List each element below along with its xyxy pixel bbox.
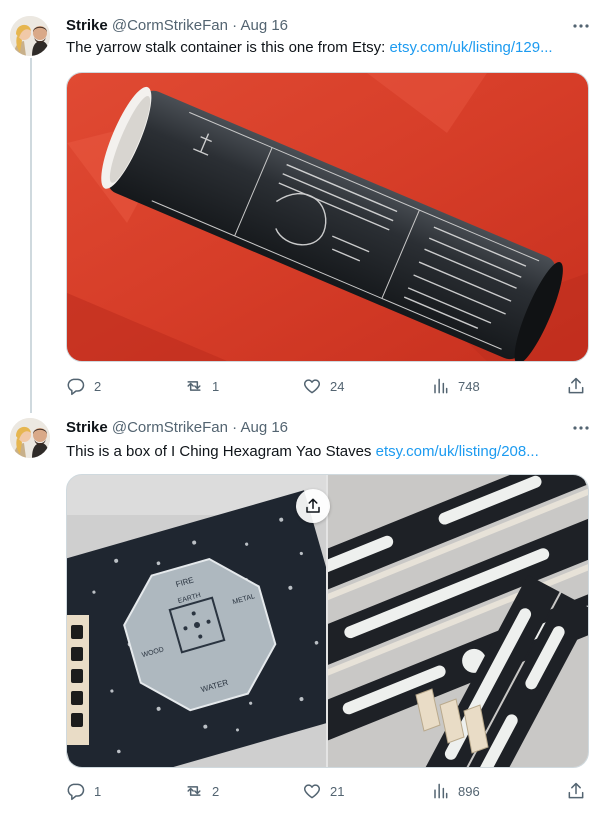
reply-button[interactable]: 2 (66, 376, 101, 396)
views-icon (434, 378, 448, 394)
share-icon (568, 782, 584, 799)
tweet-actions: 1 2 21 896 (66, 781, 588, 801)
author-name[interactable]: Strike (66, 419, 108, 436)
tweet-text-content: The yarrow stalk container is this one f… (66, 39, 390, 56)
share-button[interactable] (566, 376, 586, 396)
like-count: 21 (330, 783, 345, 799)
reply-count: 2 (94, 378, 102, 394)
tweet-1[interactable]: Strike @CormStrikeFan · Aug 16 The yarro… (0, 0, 614, 410)
tweet-date[interactable]: Aug 16 (240, 17, 288, 34)
views-count: 748 (458, 378, 480, 394)
repost-icon (187, 381, 201, 391)
repost-count: 2 (212, 783, 220, 799)
author-handle[interactable]: @CormStrikeFan (112, 419, 228, 436)
like-count: 24 (330, 378, 345, 394)
avatar[interactable] (10, 16, 50, 56)
more-icon[interactable] (570, 16, 592, 36)
views-button[interactable]: 748 (430, 376, 480, 396)
tweet-image-grid: FIRE EARTH WOOD METAL WATER (66, 474, 589, 768)
repost-count: 1 (212, 378, 220, 394)
tweet-2[interactable]: Strike @CormStrikeFan · Aug 16 This is a… (0, 410, 614, 819)
share-button[interactable] (566, 781, 586, 801)
tweet-date[interactable]: Aug 16 (240, 419, 288, 436)
reply-icon (67, 378, 85, 396)
like-button[interactable]: 21 (302, 781, 344, 801)
reply-count: 1 (94, 783, 102, 799)
repost-icon (187, 786, 201, 796)
views-button[interactable]: 896 (430, 781, 480, 801)
reply-icon (67, 783, 85, 801)
author-handle[interactable]: @CormStrikeFan (112, 17, 228, 34)
views-icon (434, 783, 448, 799)
tweet-header: Strike @CormStrikeFan · Aug 16 (66, 16, 288, 36)
tweet-header: Strike @CormStrikeFan · Aug 16 (66, 418, 288, 438)
tweet-text: The yarrow stalk container is this one f… (66, 38, 553, 58)
like-button[interactable]: 24 (302, 376, 344, 396)
avatar[interactable] (10, 418, 50, 458)
tweet-actions: 2 1 24 748 (66, 376, 588, 396)
separator: · (232, 17, 238, 34)
share-icon (568, 377, 584, 394)
reply-button[interactable]: 1 (66, 781, 101, 801)
listing-link[interactable]: etsy.com/uk/listing/129... (389, 39, 552, 56)
views-count: 896 (458, 783, 480, 799)
yao-staves-photo[interactable] (328, 475, 588, 767)
listing-link[interactable]: etsy.com/uk/listing/208... (376, 443, 539, 460)
tweet-text-content: This is a box of I Ching Hexagram Yao St… (66, 443, 376, 460)
heart-icon (303, 379, 321, 394)
tweet-text: This is a box of I Ching Hexagram Yao St… (66, 442, 539, 462)
separator: · (232, 419, 238, 436)
yarrow-stalk-container-photo (67, 73, 588, 361)
heart-icon (303, 784, 321, 799)
share-icon[interactable] (296, 489, 330, 523)
more-icon[interactable] (570, 418, 592, 438)
repost-button[interactable]: 2 (184, 781, 219, 801)
repost-button[interactable]: 1 (184, 376, 219, 396)
author-name[interactable]: Strike (66, 17, 108, 34)
tweet-image[interactable] (66, 72, 589, 362)
yao-staves-box-photo[interactable]: FIRE EARTH WOOD METAL WATER (67, 475, 326, 767)
